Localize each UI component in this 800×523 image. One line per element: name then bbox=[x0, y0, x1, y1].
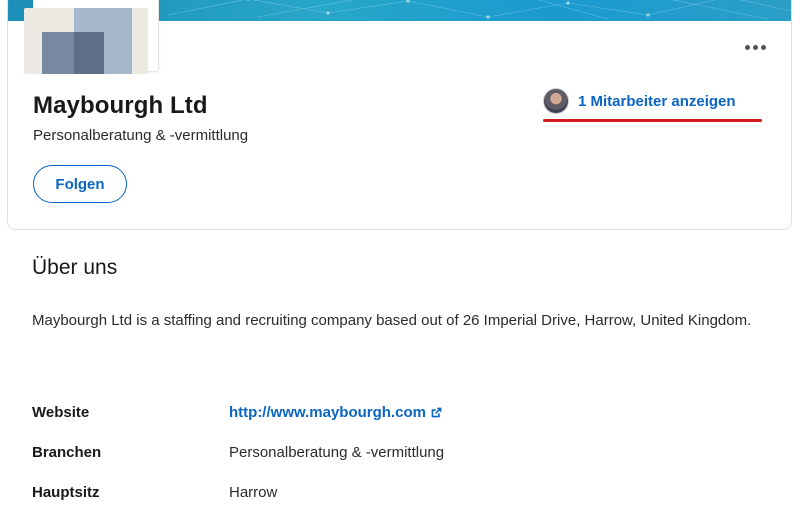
view-employees-link[interactable]: 1 Mitarbeiter anzeigen bbox=[543, 87, 736, 115]
view-employees-label: 1 Mitarbeiter anzeigen bbox=[578, 92, 736, 110]
website-url: http://www.maybourgh.com bbox=[229, 404, 426, 421]
detail-value-industries: Personalberatung & -vermittlung bbox=[229, 444, 445, 461]
company-name: Maybourgh Ltd bbox=[33, 92, 208, 119]
about-description: Maybourgh Ltd is a staffing and recruiti… bbox=[32, 312, 752, 329]
more-options-button[interactable] bbox=[743, 39, 767, 55]
company-logo bbox=[24, 8, 148, 74]
detail-label-industries: Branchen bbox=[32, 444, 102, 461]
company-page: Maybourgh Ltd Personalberatung & -vermit… bbox=[0, 0, 800, 523]
more-dot-icon bbox=[760, 44, 766, 50]
detail-label-headquarters: Hauptsitz bbox=[32, 484, 100, 501]
follow-button[interactable]: Folgen bbox=[33, 165, 127, 203]
external-link-icon bbox=[431, 407, 442, 418]
about-heading: Über uns bbox=[32, 256, 118, 279]
detail-value-headquarters: Harrow bbox=[229, 484, 278, 501]
more-dot-icon bbox=[752, 44, 758, 50]
company-industry: Personalberatung & -vermittlung bbox=[33, 127, 249, 144]
website-link[interactable]: http://www.maybourgh.com bbox=[229, 404, 443, 421]
more-dot-icon bbox=[744, 44, 750, 50]
annotation-underline bbox=[543, 119, 762, 122]
employee-avatar bbox=[543, 88, 569, 114]
detail-label-website: Website bbox=[32, 404, 90, 421]
